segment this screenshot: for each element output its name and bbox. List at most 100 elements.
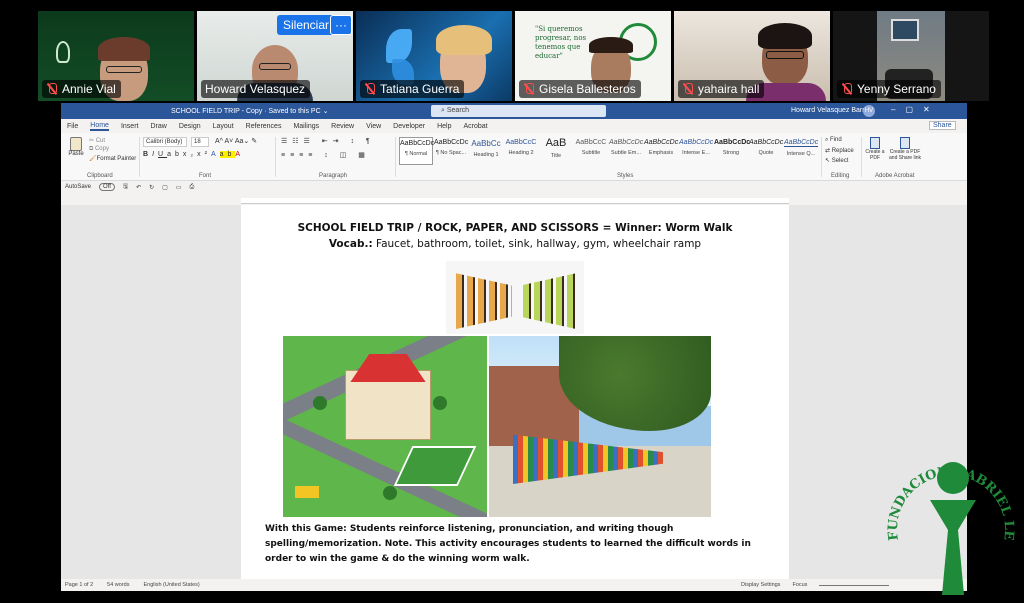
tab-layout[interactable]: Layout [213,123,234,130]
mute-participant-button[interactable]: Silenciar [277,15,336,35]
participant-tile-howard[interactable]: Silenciar ··· Howard Velasquez [197,11,353,101]
divider [275,137,276,177]
style-no-spacing[interactable]: AaBbCcDc ¶ No Spac... [434,137,468,165]
participant-tile-annie[interactable]: Annie Vial [38,11,194,101]
ruler[interactable] [241,198,789,204]
tab-developer[interactable]: Developer [393,123,425,130]
search-box[interactable]: ⌕ Search [431,105,606,117]
align-buttons[interactable]: ≡≡≡≡ ↕ ◫ ▦ [281,151,370,159]
text-effects-icon[interactable]: A [211,151,220,158]
participant-tile-yenny[interactable]: Yenny Serrano [833,11,989,101]
create-share-pdf-button[interactable]: Create a PDF and Share link [887,137,923,161]
folder-icon[interactable]: ▭ [176,184,182,191]
style-normal[interactable]: AaBbCcDc ¶ Normal [399,137,434,165]
bold-icon[interactable]: B [143,151,152,158]
ribbon: Paste ✂ Cut ⧉ Copy 🖌Format Painter Clipb… [61,133,967,181]
title-bar: SCHOOL FIELD TRIP - Copy · Saved to this… [61,103,967,119]
share-button[interactable]: Share [929,121,956,130]
autosave-toggle[interactable]: Off [99,183,115,191]
style-subtle-emphasis[interactable]: AaBbCcDc Subtle Em... [609,137,643,165]
participant-tile-gisela[interactable]: "Si queremos progresar, nos tenemos que … [515,11,671,101]
print-icon[interactable]: ⎙ [189,184,194,191]
font-grow-icon[interactable]: A^ A˅ Aa⌄ ✎ [215,137,257,145]
tab-help[interactable]: Help [437,123,451,130]
document-page[interactable]: SCHOOL FIELD TRIP / ROCK, PAPER, AND SCI… [241,205,789,579]
students-walkway-image[interactable] [489,336,711,517]
cut-button[interactable]: ✂ Cut [89,137,105,144]
style-heading-2[interactable]: AaBbCcC Heading 2 [504,137,538,165]
tab-home[interactable]: Home [90,122,109,131]
tab-insert[interactable]: Insert [121,123,139,130]
font-size-select[interactable]: 18 [191,137,209,147]
tree [313,396,327,410]
style-emphasis[interactable]: AaBbCcDc Emphasis [644,137,678,165]
student-line-right [520,273,576,329]
divider [395,137,396,177]
tab-file[interactable]: File [67,123,78,130]
glasses-icon [106,66,142,73]
participant-tile-yahaira[interactable]: yahaira hall [674,11,830,101]
word-count[interactable]: 54 words [107,582,129,588]
subscript-icon[interactable]: x₂ [183,151,197,158]
style-subtitle[interactable]: AaBbCcC Subtitle [574,137,608,165]
replace-button[interactable]: ⇄ Replace [825,147,854,154]
participant-name-tag: yahaira hall [678,80,765,98]
create-pdf-button[interactable]: Create a PDF [865,137,885,161]
tab-review[interactable]: Review [331,123,354,130]
person-figure-icon [930,500,976,595]
select-button[interactable]: ↖ Select [825,157,848,164]
screen: Annie Vial Silenciar ··· Howard Velasque… [0,0,1024,603]
font-color-icon[interactable]: A [235,151,244,158]
participant-tile-tatiana[interactable]: Tatiana Guerra [356,11,512,101]
highlight-icon[interactable]: ab [219,151,236,158]
language-indicator[interactable]: English (United States) [143,582,199,588]
clipboard-icon [70,137,82,151]
superscript-icon[interactable]: x² [197,151,211,158]
undo-icon[interactable]: ↶ [136,184,141,191]
list-buttons[interactable]: ☰☷☰ ⇤⇥ ↕ ¶ [281,137,375,145]
style-strong[interactable]: AaBbCcDc Strong [714,137,750,165]
tab-acrobat[interactable]: Acrobat [463,123,487,130]
tab-references[interactable]: References [246,123,282,130]
paste-button[interactable]: Paste [67,137,85,163]
document-name[interactable]: SCHOOL FIELD TRIP - Copy · Saved to this… [171,107,328,115]
underline-icon[interactable]: U [158,151,167,158]
style-heading-1[interactable]: AaBbCc Heading 1 [469,137,503,165]
soccer-field [393,446,477,486]
font-format-buttons[interactable]: BIUabx₂x²AabA [143,151,244,158]
format-painter-button[interactable]: 🖌Format Painter [89,155,136,162]
tab-draw[interactable]: Draw [150,123,166,130]
save-icon[interactable]: 🖫 [123,182,128,192]
isometric-school-image[interactable] [283,336,487,517]
participant-name-tag: Annie Vial [42,80,121,98]
focus-button[interactable]: Focus [792,582,807,588]
font-family-select[interactable]: Calibri (Body) [143,137,187,147]
style-intense-quote[interactable]: AaBbCcDc Intense Q... [784,137,818,165]
copy-button[interactable]: ⧉ Copy [89,146,109,153]
find-button[interactable]: ⌕ Find [825,137,842,144]
user-name[interactable]: Howard Velasquez Barrios [791,107,874,114]
style-title[interactable]: AaB Title [539,137,573,165]
display-settings-button[interactable]: Display Settings [741,582,780,588]
editing-group-label: Editing [831,173,850,179]
divider [861,137,862,177]
style-intense-emphasis[interactable]: AaBbCcDc Intense E... [679,137,713,165]
tab-mailings[interactable]: Mailings [293,123,319,130]
window-controls[interactable]: –▢✕ [891,105,940,114]
avatar[interactable]: HV [863,105,875,117]
tab-design[interactable]: Design [179,123,201,130]
mic-off-icon [364,83,376,95]
word-window: SCHOOL FIELD TRIP - Copy · Saved to this… [61,103,967,591]
tab-view[interactable]: View [366,123,381,130]
mic-off-icon [682,83,694,95]
participant-strip: Annie Vial Silenciar ··· Howard Velasque… [38,11,990,101]
style-quote[interactable]: AaBbCcDc Quote [749,137,783,165]
zoom-slider[interactable] [819,585,890,586]
new-doc-icon[interactable]: ▢ [162,184,168,191]
strikethrough-icon[interactable]: ab [167,151,183,158]
redo-icon[interactable]: ↻ [149,184,154,191]
page-count[interactable]: Page 1 of 2 [65,582,93,588]
students-lines-image[interactable] [446,261,584,334]
school-bus [295,486,319,498]
more-options-button[interactable]: ··· [330,15,352,35]
